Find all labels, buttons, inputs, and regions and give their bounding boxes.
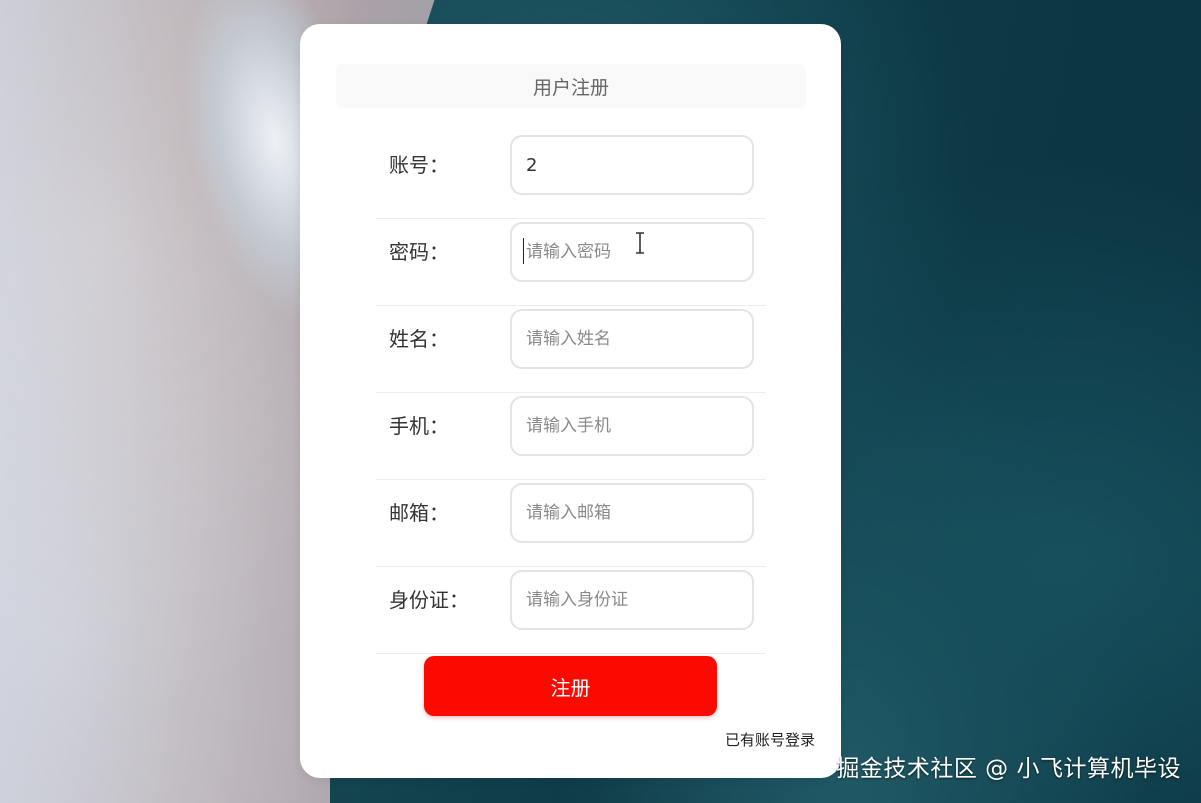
account-input[interactable]	[510, 135, 754, 195]
register-card: 用户注册 账号： 密码： 姓名： 手机： 邮箱： 身份证： 注册 已有账号登录	[300, 24, 841, 778]
password-row: 密码：	[376, 219, 766, 306]
text-cursor-icon	[636, 232, 644, 254]
register-title: 用户注册	[336, 64, 806, 108]
account-row: 账号：	[376, 132, 766, 219]
name-label: 姓名：	[389, 327, 449, 351]
login-link[interactable]: 已有账号登录	[725, 729, 815, 750]
text-caret	[523, 238, 524, 264]
id-card-row: 身份证：	[376, 567, 766, 654]
name-row: 姓名：	[376, 306, 766, 393]
id-card-label: 身份证：	[389, 588, 469, 612]
password-input[interactable]	[510, 222, 754, 282]
id-card-input[interactable]	[510, 570, 754, 630]
phone-input[interactable]	[510, 396, 754, 456]
email-label: 邮箱：	[389, 501, 449, 525]
account-label: 账号：	[389, 153, 449, 177]
phone-row: 手机：	[376, 393, 766, 480]
phone-label: 手机：	[389, 414, 449, 438]
page-background: 用户注册 账号： 密码： 姓名： 手机： 邮箱： 身份证： 注册 已有账号登录	[0, 0, 1201, 803]
name-input[interactable]	[510, 309, 754, 369]
password-label: 密码：	[389, 240, 449, 264]
email-row: 邮箱：	[376, 480, 766, 567]
watermark-text: 掘金技术社区 @ 小飞计算机毕设	[836, 756, 1181, 782]
email-input[interactable]	[510, 483, 754, 543]
register-button[interactable]: 注册	[424, 656, 717, 716]
